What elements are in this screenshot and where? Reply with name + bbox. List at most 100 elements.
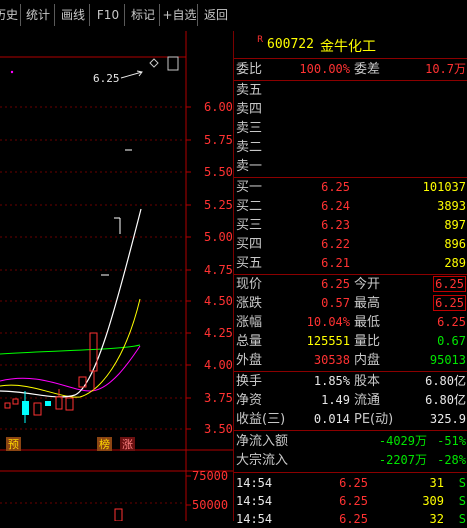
buy-order-row[interactable]: 买一 6.25 101037 [234,178,467,197]
eps-label: 收益(三) [236,412,286,427]
net-inflow-pct: -51% [437,434,466,448]
mark-button[interactable]: 标记 [127,4,160,26]
frame-icon [167,56,179,71]
chart-tool-icons[interactable] [149,56,179,71]
add-watchlist-button[interactable]: +自选 [162,4,198,26]
buy-level-label: 买四 [236,237,263,252]
tick-side: S [458,494,466,508]
buy-level-label: 买五 [236,256,263,271]
draw-line-button[interactable]: 画线 [57,4,90,26]
marker-rank[interactable]: 榜 [99,437,110,451]
net-inflow-label: 净流入额 [236,434,289,449]
volume-tick-label: 50000 [192,498,228,512]
sell-order-row: 卖五 [234,81,467,100]
current-price-value: 6.25 [321,277,350,291]
high-value: 6.25 [433,295,466,311]
trade-tick-row: 14:54 6.25 31 S [234,474,467,492]
inner-volume-label: 内盘 [354,353,381,368]
tick-price: 6.25 [339,512,368,526]
tick-price: 6.25 [339,494,368,508]
open-price-label: 今开 [354,277,381,292]
net-assets-label: 净资 [236,393,263,408]
open-price-value: 6.25 [433,276,466,292]
volume-label: 总量 [236,334,263,349]
low-value: 6.25 [437,315,466,329]
price-tick-label: 3.75 [204,391,233,405]
sell-level-label: 卖二 [236,140,263,155]
ma60-line [0,344,141,355]
change-pct-value: 10.04% [306,315,350,329]
f10-button[interactable]: F10 [92,4,125,26]
inner-volume-value: 95013 [429,353,466,367]
marker-limit-up[interactable]: 涨 [122,438,133,451]
quote-row: 涨幅 10.04% 最低 6.25 [234,313,467,332]
float-shares-label: 流通 [354,393,381,408]
tick-time: 14:54 [236,494,273,508]
buy-volume: 896 [444,237,466,251]
sell-order-row: 卖四 [234,100,467,119]
buy-order-row[interactable]: 买五 6.21 289 [234,254,467,273]
buy-price: 6.24 [321,199,350,213]
buy-price: 6.25 [321,180,350,194]
price-tick-label: 4.75 [204,263,233,277]
price-tick-label: 4.00 [204,358,233,372]
stock-name: 金牛化工 [320,39,376,55]
candle [12,398,19,405]
tick-side: S [458,476,466,490]
block-inflow-value: -2207万 [378,453,427,467]
quote-row: 总量 125551 量比 0.67 [234,332,467,351]
candles [4,149,132,423]
price-tick-label: 5.75 [204,133,233,147]
candle [45,401,51,406]
pe-value: 325.9 [429,412,466,426]
share-capital-label: 股本 [354,374,381,389]
stock-header: R 600722 金牛化工 [234,31,467,58]
outer-volume-value: 30538 [313,353,350,367]
turnover-value: 1.85% [313,374,350,388]
block-inflow-label: 大宗流入 [236,453,289,468]
buy-order-row[interactable]: 买三 6.23 897 [234,216,467,235]
candle [55,396,63,410]
trade-tick-row: 14:54 6.25 32 S [234,510,467,528]
tick-side: S [458,512,466,526]
buy-price: 6.22 [321,237,350,251]
back-button[interactable]: 返回 [200,4,232,26]
candle [4,402,11,409]
buy-volume: 101037 [422,180,466,194]
candle [65,397,74,411]
flow-row: 净流入额 -4029万 -51% [234,432,467,451]
block-inflow-pct: -28% [437,453,466,467]
candle [22,401,29,415]
buy-volume: 897 [444,218,466,232]
marker-forecast[interactable]: 预 [8,438,19,451]
commission-ratio-label: 委比 [236,62,263,77]
candle [33,402,42,416]
tick-volume: 32 [429,512,444,526]
buy-level-label: 买三 [236,218,263,233]
turnover-label: 换手 [236,374,263,389]
flow-row: 大宗流入 -2207万 -28% [234,451,467,470]
buy-order-row[interactable]: 买二 6.24 3893 [234,197,467,216]
buy-level-label: 买一 [236,180,263,195]
history-button[interactable]: 历史 [0,4,21,26]
price-tick-label: 5.25 [204,198,233,212]
sell-level-label: 卖五 [236,83,263,98]
low-label: 最低 [354,315,381,330]
buy-level-label: 买二 [236,199,263,214]
diamond-icon [149,58,159,68]
buy-order-row[interactable]: 买四 6.22 896 [234,235,467,254]
quote-row: 现价 6.25 今开 6.25 [234,275,467,294]
high-label: 最高 [354,296,381,311]
kline-chart[interactable]: 6.00 5.75 5.50 5.25 5.00 4.75 4.50 4.25 … [0,31,233,521]
chart-toolbar: 历史 统计 画线 F10 标记 +自选 返回 [0,0,233,31]
commission-diff-label: 委差 [354,62,381,77]
buy-price: 6.21 [321,256,350,270]
commission-diff-value: 10.7万 [425,62,466,76]
limit-up-tick [114,217,121,234]
volume-value: 125551 [306,334,350,348]
tick-volume: 31 [429,476,444,490]
statistics-button[interactable]: 统计 [22,4,55,26]
change-value: 0.57 [321,296,350,310]
volume-ratio-label: 量比 [354,334,381,349]
sell-order-row: 卖一 [234,157,467,176]
